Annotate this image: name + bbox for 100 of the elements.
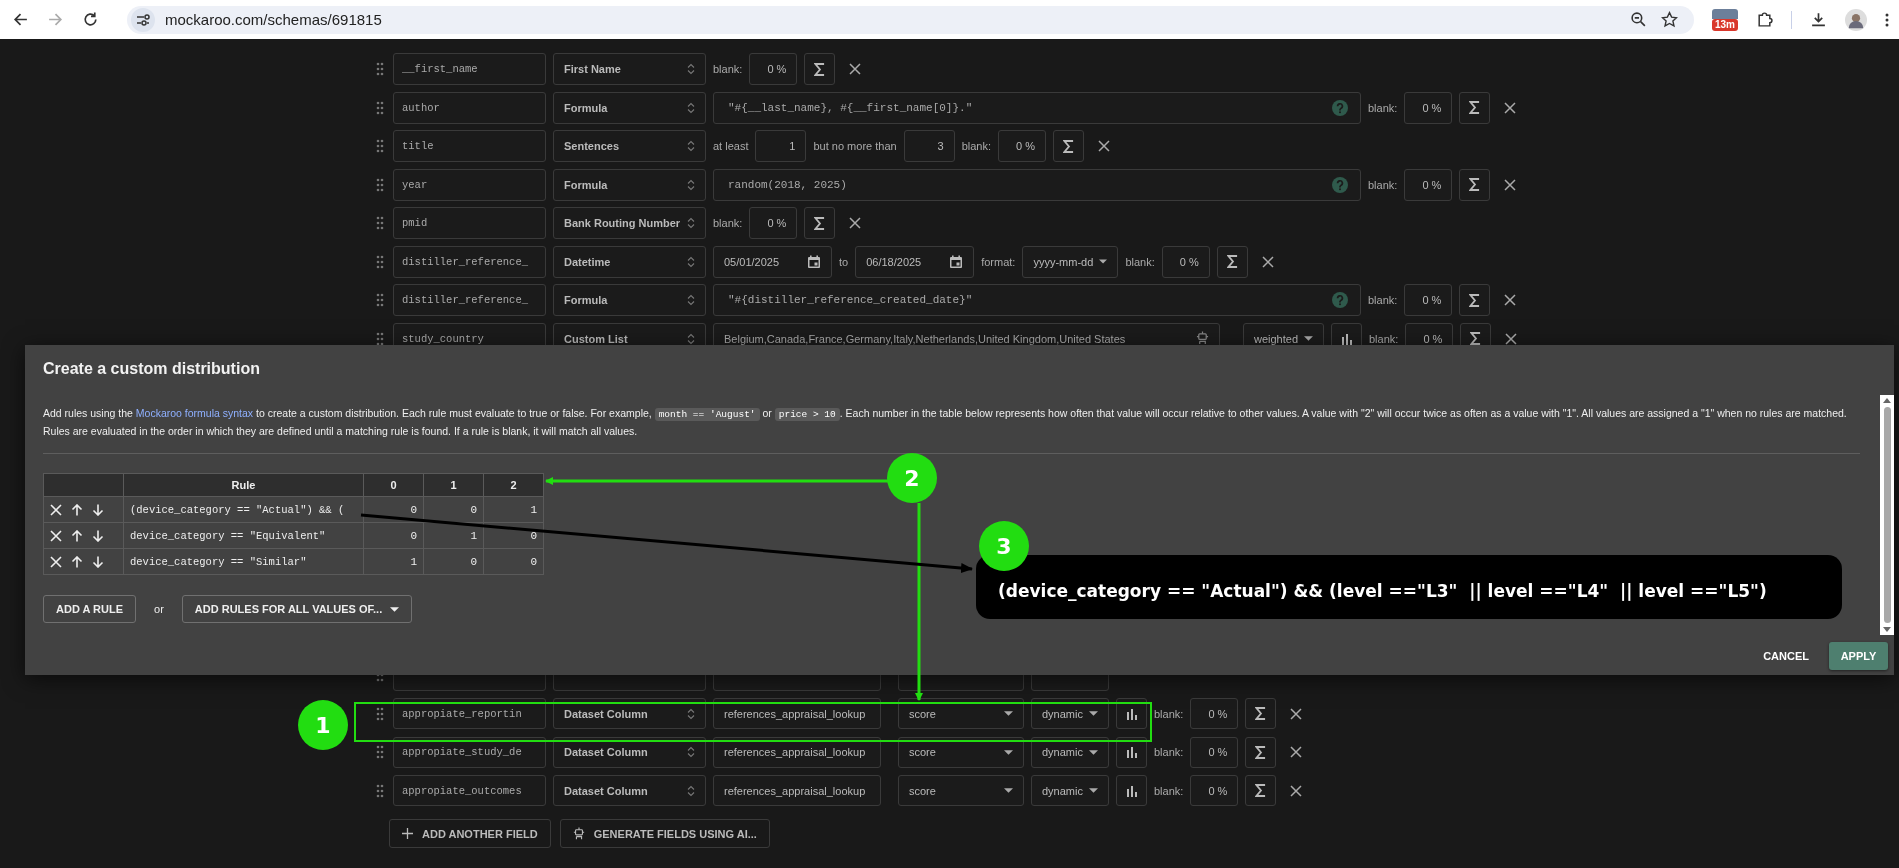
add-field-button[interactable]: ADD ANOTHER FIELD	[389, 819, 551, 848]
generate-fields-button[interactable]: GENERATE FIELDS USING AI...	[559, 819, 770, 848]
blank-percent-input[interactable]: 0 %	[1190, 698, 1239, 729]
cancel-button[interactable]: CANCEL	[1755, 644, 1817, 668]
field-type-select[interactable]: Dataset Column	[553, 736, 706, 768]
sigma-button[interactable]	[1245, 775, 1277, 806]
weight-input[interactable]: 1	[483, 496, 544, 523]
delete-icon[interactable]	[1290, 707, 1303, 720]
weight-input[interactable]: 0	[363, 522, 424, 549]
distribution-chart-button[interactable]	[1116, 736, 1147, 768]
drag-handle-icon[interactable]	[376, 254, 384, 269]
blank-percent-input[interactable]: 0 %	[1190, 736, 1239, 768]
puzzle-icon[interactable]	[1756, 11, 1773, 28]
sigma-button[interactable]	[1245, 736, 1277, 768]
site-settings-icon[interactable]	[131, 7, 155, 32]
formula-input[interactable]: "#{__last_name}, #{__first_name[0]}."	[713, 91, 1361, 124]
field-name-input[interactable]: author	[393, 91, 546, 124]
rule-input[interactable]: device_category == "Equivalent"	[123, 522, 364, 549]
blank-percent-input[interactable]: 0 %	[749, 207, 798, 239]
weight-input[interactable]: 0	[483, 522, 544, 549]
field-type-select[interactable]: Dataset Column	[553, 775, 706, 806]
field-type-select[interactable]: First Name	[553, 53, 706, 85]
remove-icon[interactable]	[50, 555, 62, 568]
delete-icon[interactable]	[1504, 178, 1517, 191]
delete-icon[interactable]	[1505, 332, 1518, 345]
weight-input[interactable]: 1	[363, 548, 424, 575]
weight-input[interactable]: 0	[423, 496, 484, 523]
delete-icon[interactable]	[1261, 255, 1274, 268]
dataset-select[interactable]: references_appraisal_lookup	[713, 736, 881, 768]
sigma-button[interactable]	[1459, 168, 1491, 201]
min-input[interactable]: 1	[755, 130, 807, 162]
reload-icon[interactable]	[82, 11, 99, 28]
distribution-chart-button[interactable]	[1116, 698, 1147, 729]
drag-handle-icon[interactable]	[376, 62, 384, 76]
dataset-select[interactable]: references_appraisal_lookup	[713, 698, 881, 729]
column-select[interactable]: score	[898, 736, 1024, 768]
formula-input[interactable]: "#{distiller_reference_created_date}"	[713, 284, 1361, 316]
distribution-chart-button[interactable]	[1116, 775, 1147, 806]
delete-icon[interactable]	[849, 217, 862, 229]
weight-input[interactable]: 0	[483, 548, 544, 575]
column-select[interactable]: score	[898, 775, 1024, 806]
field-name-input[interactable]: distiller_reference_	[393, 284, 546, 316]
field-name-input[interactable]: pmid	[393, 207, 546, 239]
field-type-select[interactable]: Formula	[553, 91, 706, 124]
blank-percent-input[interactable]: 0 %	[1161, 245, 1210, 278]
field-name-input[interactable]: distiller_reference_	[393, 245, 546, 278]
scroll-down-icon[interactable]	[1883, 627, 1891, 632]
column-select[interactable]: score	[898, 698, 1024, 729]
delete-icon[interactable]	[849, 63, 862, 75]
weight-input[interactable]: 1	[423, 522, 484, 549]
delete-icon[interactable]	[1290, 784, 1303, 797]
drag-handle-icon[interactable]	[376, 139, 384, 153]
scrollbar[interactable]	[1880, 395, 1894, 635]
blank-percent-input[interactable]: 0 %	[749, 53, 798, 85]
avatar[interactable]	[1845, 8, 1867, 31]
apply-button[interactable]: APPLY	[1829, 642, 1888, 670]
field-type-select[interactable]: Datetime	[553, 245, 706, 278]
field-type-select[interactable]: Sentences	[553, 130, 706, 162]
dataset-select[interactable]: references_appraisal_lookup	[713, 775, 881, 806]
drag-handle-icon[interactable]	[376, 745, 384, 759]
date-input[interactable]: 05/01/2025	[713, 245, 832, 278]
field-type-select[interactable]: Dataset Column	[553, 698, 706, 729]
remove-icon[interactable]	[50, 503, 62, 516]
add-rules-dropdown[interactable]: ADD RULES FOR ALL VALUES OF...	[181, 595, 413, 623]
sigma-button[interactable]	[1245, 698, 1277, 729]
delete-icon[interactable]	[1098, 140, 1110, 152]
drag-handle-icon[interactable]	[376, 293, 384, 307]
weight-input[interactable]: 0	[363, 496, 424, 523]
star-icon[interactable]	[1661, 11, 1678, 28]
extension-button[interactable]: 13m	[1712, 8, 1738, 31]
sigma-button[interactable]	[804, 53, 836, 85]
field-name-input[interactable]: appropiate_outcomes	[393, 775, 546, 806]
down-arrow-icon[interactable]	[92, 555, 104, 568]
sigma-button[interactable]	[1053, 130, 1084, 162]
field-type-select[interactable]: Bank Routing Number	[553, 207, 706, 239]
drag-handle-icon[interactable]	[376, 216, 384, 230]
calendar-icon[interactable]	[807, 254, 821, 269]
scroll-up-icon[interactable]	[1883, 398, 1891, 403]
up-arrow-icon[interactable]	[71, 555, 83, 568]
down-arrow-icon[interactable]	[92, 529, 104, 542]
formula-syntax-link[interactable]: Mockaroo formula syntax	[135, 407, 254, 419]
add-rule-button[interactable]: ADD A RULE	[43, 595, 136, 623]
robot-icon[interactable]	[1196, 331, 1209, 346]
field-name-input[interactable]: title	[393, 130, 546, 162]
sigma-button[interactable]	[1216, 245, 1248, 278]
field-type-select[interactable]: Formula	[553, 168, 706, 201]
zoom-out-icon[interactable]	[1630, 11, 1647, 28]
max-input[interactable]: 3	[903, 130, 955, 162]
menu-icon[interactable]	[1885, 11, 1889, 28]
up-arrow-icon[interactable]	[71, 529, 83, 542]
rule-input[interactable]: device_category == "Similar"	[123, 548, 364, 575]
field-name-input[interactable]: appropiate_reportin	[393, 698, 546, 729]
delete-icon[interactable]	[1504, 294, 1517, 306]
distribution-select[interactable]: dynamic	[1031, 736, 1109, 768]
blank-percent-input[interactable]: 0 %	[1404, 284, 1453, 316]
weight-input[interactable]: 0	[423, 548, 484, 575]
field-name-input[interactable]: __first_name	[393, 53, 546, 85]
distribution-select[interactable]: dynamic	[1031, 775, 1109, 806]
format-select[interactable]: yyyy-mm-dd	[1022, 245, 1119, 278]
down-arrow-icon[interactable]	[92, 503, 104, 516]
